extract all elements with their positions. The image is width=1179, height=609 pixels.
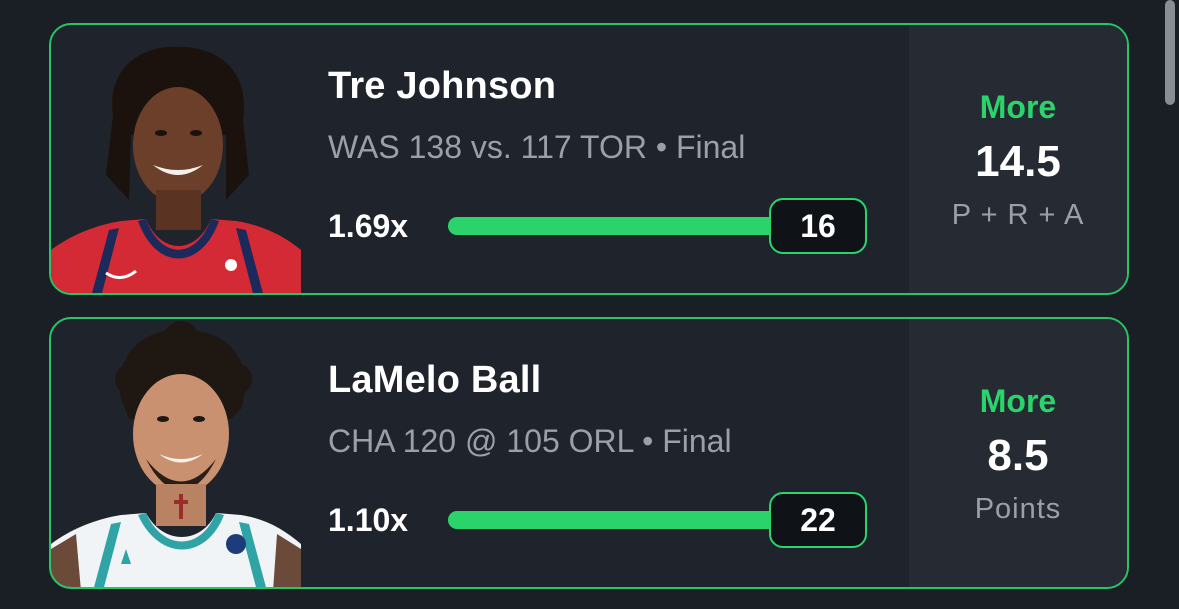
payout-multiplier: 1.69x — [328, 208, 409, 244]
game-status: CHA 120 @ 105 ORL • Final — [328, 423, 732, 459]
player-name: LaMelo Ball — [328, 359, 542, 401]
pick-card-lamelo-ball[interactable]: LaMelo Ball CHA 120 @ 105 ORL • Final 1.… — [49, 317, 1129, 589]
scrollbar[interactable] — [1165, 0, 1175, 105]
game-status: WAS 138 vs. 117 TOR • Final — [328, 129, 746, 165]
actual-stat-badge: 16 — [769, 198, 867, 254]
line-panel: More 14.5 P + R + A — [909, 25, 1127, 293]
pick-card-tre-johnson[interactable]: Tre Johnson WAS 138 vs. 117 TOR • Final … — [49, 23, 1129, 295]
progress-bar — [448, 511, 793, 529]
pick-direction: More — [979, 383, 1057, 419]
actual-stat-badge: 22 — [769, 492, 867, 548]
player-photo — [51, 25, 301, 293]
picks-screen: Tre Johnson WAS 138 vs. 117 TOR • Final … — [0, 0, 1179, 609]
player-photo — [51, 319, 301, 587]
pick-direction: More — [979, 89, 1057, 125]
line-panel: More 8.5 Points — [909, 319, 1127, 587]
pick-info: LaMelo Ball CHA 120 @ 105 ORL • Final 1.… — [328, 319, 888, 587]
payout-multiplier: 1.10x — [328, 502, 409, 538]
line-value: 14.5 — [975, 137, 1061, 186]
player-name: Tre Johnson — [328, 65, 557, 107]
progress-fill — [448, 217, 793, 235]
pick-info: Tre Johnson WAS 138 vs. 117 TOR • Final … — [328, 25, 888, 293]
progress-bar — [448, 217, 793, 235]
stat-type: Points — [974, 493, 1062, 525]
progress-fill — [448, 511, 793, 529]
line-value: 8.5 — [987, 431, 1049, 480]
stat-type: P + R + A — [951, 199, 1085, 231]
